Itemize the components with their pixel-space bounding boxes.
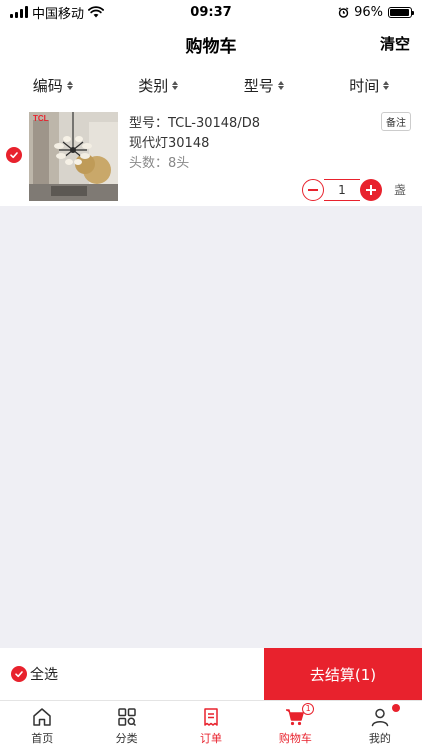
tab-cart[interactable]: 1 购物车	[253, 701, 337, 750]
status-left: 中国移动	[10, 3, 105, 22]
profile-icon	[371, 708, 389, 726]
battery-fill	[390, 8, 410, 16]
tab-label: 分类	[115, 731, 138, 745]
tab-profile[interactable]: 我的	[338, 701, 422, 750]
status-bar: 中国移动 09:37 96%	[0, 0, 422, 24]
tab-label: 我的	[368, 731, 391, 745]
select-all-checkbox[interactable]: 全选	[11, 664, 58, 684]
item-model: 型号：TCL-30148/D8	[129, 116, 260, 131]
checkout-bar: 全选 去结算(1)	[0, 648, 422, 700]
item-info: 型号：TCL-30148/D8 现代灯30148 头数：8头	[129, 114, 260, 174]
notification-dot	[391, 704, 400, 712]
item-name: 现代灯30148	[129, 136, 210, 151]
plus-icon[interactable]	[360, 179, 382, 201]
sort-by-time[interactable]: 时间	[317, 64, 422, 106]
home-icon	[33, 707, 51, 726]
cart-badge: 1	[302, 703, 315, 715]
sort-arrows-icon	[66, 80, 73, 90]
unit-label: 盏	[393, 183, 406, 197]
sort-by-code[interactable]: 编码	[0, 64, 106, 106]
status-right: 96%	[338, 4, 414, 20]
wifi-icon	[88, 6, 105, 18]
tab-bar: 首页 分类 订单 1 购物车 我的	[0, 700, 422, 750]
checkmark-icon	[10, 152, 18, 159]
tab-label: 购物车	[278, 731, 312, 745]
sort-arrows-icon	[277, 80, 284, 90]
sort-label: 型号	[243, 76, 274, 95]
tab-category[interactable]: 分类	[84, 701, 168, 750]
tab-order[interactable]: 订单	[169, 701, 253, 750]
remark-button[interactable]: 备注	[381, 112, 411, 131]
quantity-stepper: 1	[302, 179, 382, 201]
order-icon	[204, 707, 218, 726]
battery-percent: 96%	[354, 4, 383, 20]
category-icon	[117, 707, 136, 726]
sort-by-model[interactable]: 型号	[211, 64, 317, 106]
minus-icon[interactable]	[302, 179, 324, 201]
product-image[interactable]: TCL	[29, 112, 118, 201]
battery-icon	[388, 6, 414, 18]
signal-icon	[10, 6, 28, 18]
page-title: 购物车	[185, 36, 237, 57]
chandelier-photo	[29, 112, 118, 201]
sort-arrows-icon	[383, 80, 390, 90]
tab-label: 首页	[31, 731, 54, 745]
sort-bar: 编码 类别 型号 时间	[0, 64, 422, 106]
checkmark-icon	[11, 666, 27, 682]
sort-label: 编码	[32, 76, 63, 95]
sort-arrows-icon	[172, 80, 179, 90]
brand-logo: TCL	[33, 114, 49, 123]
alarm-icon	[338, 6, 349, 18]
quantity-input[interactable]: 1	[324, 179, 360, 201]
select-all-label: 全选	[30, 667, 58, 683]
item-specs: 头数：8头	[129, 156, 190, 171]
nav-bar: 购物车 清空	[0, 24, 422, 64]
checkout-button[interactable]: 去结算(1)	[264, 648, 422, 700]
clear-button[interactable]: 清空	[380, 33, 410, 54]
tab-home[interactable]: 首页	[0, 701, 84, 750]
item-checkbox[interactable]	[6, 147, 22, 163]
tab-label: 订单	[200, 731, 223, 745]
sort-by-category[interactable]: 类别	[106, 64, 212, 106]
sort-label: 类别	[138, 76, 169, 95]
sort-label: 时间	[349, 76, 380, 95]
cart-item: TCL 型号：TCL-30148/D8 现代灯30148 头数：8头 备注 1 …	[0, 106, 422, 206]
carrier-label: 中国移动	[32, 6, 85, 22]
